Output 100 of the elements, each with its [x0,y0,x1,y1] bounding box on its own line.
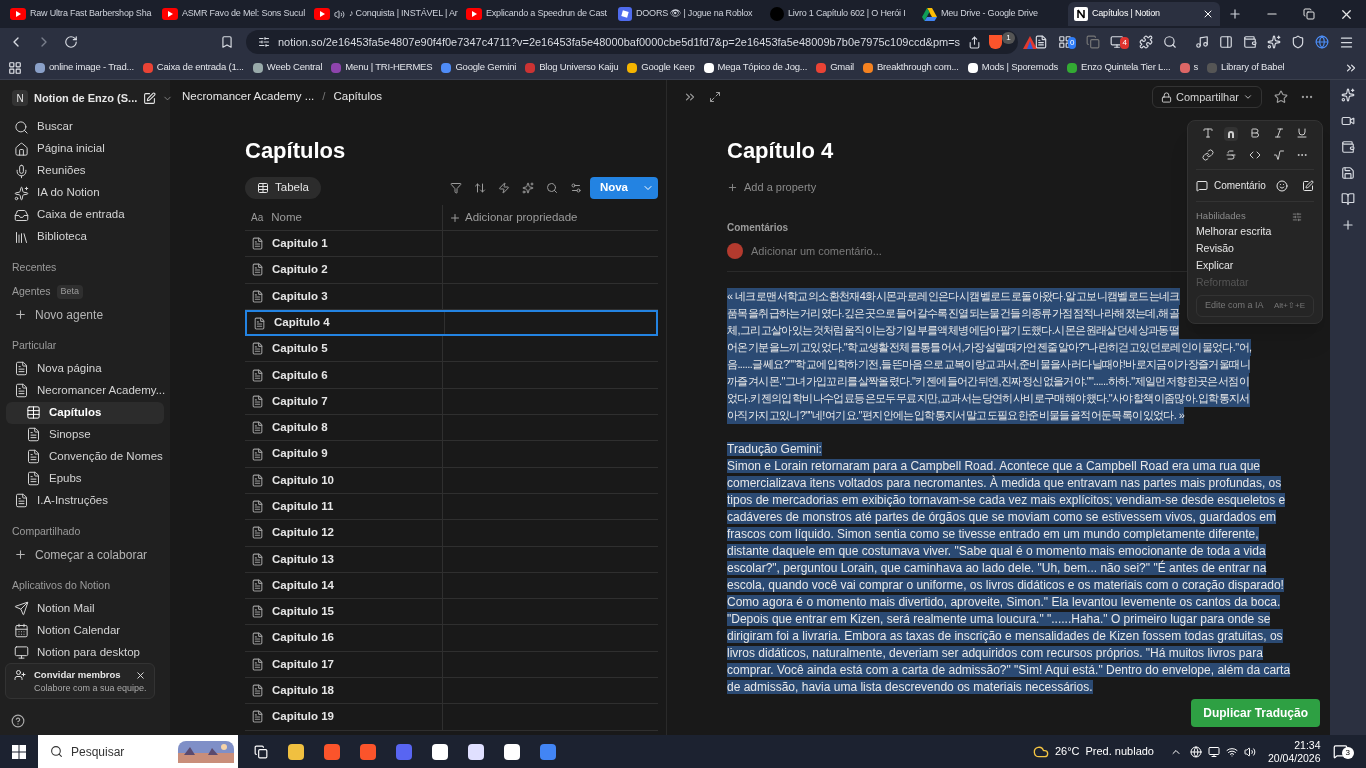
add-property-button[interactable]: Adicionar propriedade [443,205,584,230]
view-tab[interactable]: Tabela [245,177,321,199]
highlight-icon[interactable] [1224,127,1239,141]
close-icon[interactable] [135,670,146,681]
taskbar-search[interactable]: Pesquisar [38,735,238,768]
plus-icon[interactable] [1341,218,1355,232]
wallet-icon[interactable] [1341,140,1355,154]
table-row[interactable]: Capitulo 10 [245,467,658,494]
column-header[interactable]: Aa Nome [245,205,443,230]
new-page-icon[interactable] [143,91,157,105]
reload-icon[interactable] [64,35,78,49]
breadcrumb-link[interactable]: Necromancer Academy ... [182,88,315,106]
bold-icon[interactable] [1249,127,1261,139]
sparkle-icon[interactable] [521,182,534,194]
filter-icon[interactable] [449,182,462,194]
speaker-icon[interactable] [1244,745,1256,758]
equation-icon[interactable] [1272,149,1285,161]
menu-item[interactable]: Revisão [1196,240,1234,257]
stack-icon[interactable] [1086,35,1101,49]
network-icon[interactable] [1226,745,1238,758]
browser-tab[interactable]: Explicando a Speedrun de Cast [460,2,612,26]
bookmark-item[interactable]: online image - Trad... [35,60,134,75]
workspace-name[interactable]: Notion de Enzo (S... [34,89,138,107]
browser-tab[interactable]: Meu Drive - Google Drive [916,2,1068,26]
bookmark-item[interactable]: Gmail [816,60,854,75]
sidebar-item[interactable]: Caixa de entrada [6,204,164,226]
table-row[interactable]: Capitulo 3 [245,283,658,310]
monitor-icon[interactable] [1110,35,1125,49]
text-icon[interactable] [1201,127,1214,139]
settings-icon[interactable] [569,182,582,194]
sidebar-item[interactable]: Necromancer Academy... [6,379,164,402]
star-icon[interactable] [1274,90,1288,104]
browser-tab[interactable]: ASMR Favo de Mel: Sons Sucul [156,2,308,26]
sidebar-item[interactable]: Notion Mail [6,597,164,620]
new-tab-icon[interactable] [1228,7,1242,21]
comment-field[interactable]: Adicionar um comentário... [751,242,882,259]
bookmark-item[interactable]: Mods | Sporemods [967,60,1059,75]
sidebar-item[interactable]: Capítulos [6,401,164,424]
edit-icon[interactable] [1302,179,1314,192]
table-row[interactable]: Capitulo 13 [245,546,658,573]
browser-tab[interactable]: Capítulos | Notion [1068,2,1220,26]
taskbar-app-icon[interactable] [432,743,448,760]
browser-tab[interactable]: ♪ Conquista | INSTÁVEL | Ar [308,2,460,26]
table-row[interactable]: Capitulo 16 [245,625,658,652]
taskbar-app-icon[interactable] [288,743,304,760]
table-row[interactable]: Capitulo 18 [245,678,658,705]
breadcrumb-link[interactable]: Capítulos [333,88,383,106]
reading-icon[interactable] [1341,192,1355,206]
shield-icon[interactable] [989,35,1003,49]
new-agent-item[interactable]: Novo agente [6,303,164,326]
table-row[interactable]: Capitulo 2 [245,257,658,284]
share-button[interactable]: Compartilhar [1152,86,1262,108]
table-row[interactable]: Capitulo 7 [245,388,658,416]
menu-item[interactable]: Explicar [1196,257,1234,274]
link-icon[interactable] [1201,149,1214,161]
task-view-icon[interactable] [254,744,268,759]
clock[interactable]: 21:34 20/04/2026 [1268,738,1321,765]
table-row[interactable]: Capitulo 15 [245,599,658,626]
bookmark-item[interactable]: Library of Babel [1207,60,1285,75]
add-property-button[interactable]: Add a property [727,179,817,196]
sidebar-item[interactable]: Reuniões [6,160,164,182]
italic-icon[interactable] [1272,127,1285,139]
sidebar-item[interactable]: Sinopse [6,423,164,446]
bookmark-item[interactable]: Breakthrough com... [863,60,959,75]
invite-title[interactable]: Convidar membros [34,668,121,683]
sidebar-toggle-icon[interactable] [1218,35,1233,49]
sidebar-item[interactable]: Convenção de Nomes [6,445,164,468]
sidebar-item[interactable]: IA do Notion [6,182,164,204]
sidebar-item[interactable]: Buscar [6,116,164,138]
sort-icon[interactable] [473,182,486,194]
windows-logo-icon[interactable] [12,744,26,759]
bookmark-item[interactable]: Weeb Central [252,60,323,75]
sidebar-item[interactable]: I.A-Instruções [6,489,164,512]
table-row[interactable]: Capitulo 6 [245,362,658,389]
bookmark-icon[interactable] [220,35,234,49]
strikethrough-icon[interactable] [1225,149,1238,161]
table-row[interactable]: Capitulo 12 [245,520,658,547]
close-peek-icon[interactable] [683,90,697,104]
table-row[interactable]: Capitulo 11 [245,493,658,521]
sliders-icon[interactable] [1292,211,1302,222]
bookmark-item[interactable]: Menu | TRI-HERMES [331,60,433,75]
bookmark-item[interactable]: Google Gemini [441,60,517,75]
bookmark-item[interactable]: Blog Universo Kaiju [525,60,619,75]
bookmark-item[interactable]: Google Keep [627,60,695,75]
browser-tab[interactable]: Raw Ultra Fast Barbershop Sha [4,2,156,26]
emoji-icon[interactable] [1276,179,1288,192]
comment-button[interactable]: Comentário [1214,178,1270,193]
table-row[interactable]: Capitulo 4 [245,309,658,337]
video-icon[interactable] [1341,114,1355,128]
share-icon[interactable] [968,35,982,49]
sidebar-item[interactable]: Notion para desktop [6,641,164,664]
underline-icon[interactable] [1296,127,1309,139]
table-row[interactable]: Capitulo 17 [245,651,658,679]
bookmark-item[interactable]: Enzo Quintela Tier L... [1067,60,1171,75]
taskbar-app-icon[interactable] [504,743,520,760]
bookmark-item[interactable]: Caixa de entrada (1... [142,60,244,75]
table-row[interactable]: Capitulo 9 [245,441,658,468]
apps-icon[interactable] [8,60,22,75]
help-icon[interactable] [11,714,25,728]
browser-tab[interactable]: Livro 1 Capítulo 602 | O Herói I [764,2,916,26]
